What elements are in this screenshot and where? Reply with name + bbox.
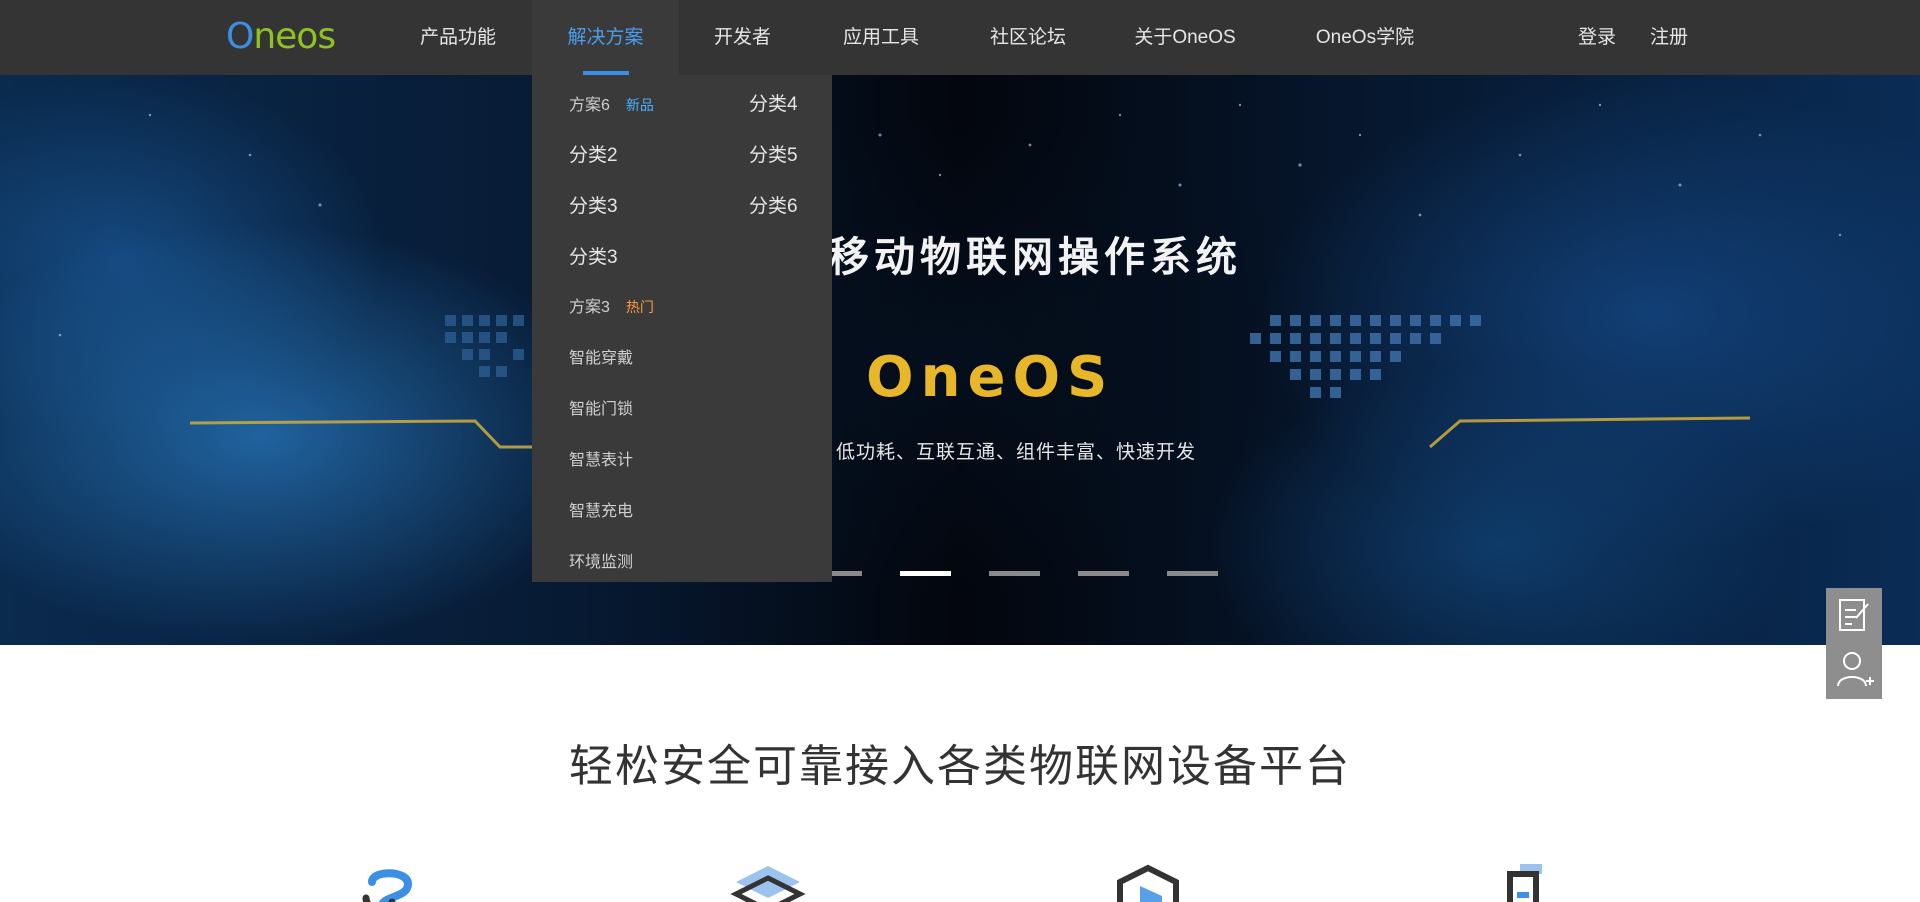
cube-feature-icon [1117,864,1179,902]
nav-item-forum[interactable]: 社区论坛 [970,0,1086,75]
register-link[interactable]: 注册 [1650,0,1688,75]
dropdown-item-category6[interactable]: 分类6 [749,191,798,218]
dropdown-item-wearable[interactable]: 智能穿戴 [569,344,633,368]
hero-banner: 移动物联网操作系统 OneOS 低功耗、互联互通、组件丰富、快速开发 [0,75,1920,645]
hot-badge: 热门 [625,299,654,315]
dropdown-item-category3b[interactable]: 分类3 [569,242,618,269]
oneos-logo[interactable]: Oneos [226,13,336,61]
dropdown-item-category4[interactable]: 分类4 [749,89,798,116]
battery-feature-icon [1507,864,1542,902]
dropdown-item-env-monitoring[interactable]: 环境监测 [569,548,633,572]
link-feature-icon [362,869,413,902]
nav-item-developer[interactable]: 开发者 [695,0,790,75]
add-user-button[interactable] [1826,644,1882,699]
nav-item-solutions[interactable]: 解决方案 [532,0,679,75]
side-toolbar [1826,588,1882,699]
carousel-dot-3[interactable] [900,571,951,576]
nav-item-about[interactable]: 关于OneOS [1122,0,1248,75]
edit-note-icon [1839,599,1869,631]
banner-subtitle: 低功耗、互联互通、组件丰富、快速开发 [836,442,1197,463]
dropdown-item-door-lock[interactable]: 智能门锁 [569,395,633,419]
layers-feature-icon [730,866,806,902]
top-navbar: Oneos 产品功能 解决方案 开发者 应用工具 社区论坛 关于OneOS On… [0,0,1920,75]
banner-title: 移动物联网操作系统 [828,233,1242,281]
nav-item-academy[interactable]: OneOs学院 [1300,0,1430,75]
dropdown-item-solution3[interactable]: 方案3 热门 [569,293,654,317]
dropdown-item-category5[interactable]: 分类5 [749,140,798,167]
carousel-dot-5[interactable] [1078,571,1129,576]
carousel-dot-6[interactable] [1167,571,1218,576]
section-title: 轻松安全可靠接入各类物联网设备平台 [569,742,1351,791]
edit-note-button[interactable] [1826,588,1882,643]
carousel-dot-4[interactable] [989,571,1040,576]
dropdown-item-smart-charging[interactable]: 智慧充电 [569,497,633,521]
add-user-icon [1837,652,1874,687]
page: Oneos 产品功能 解决方案 开发者 应用工具 社区论坛 关于OneOS On… [0,0,1920,902]
banner-brand: OneOS [866,345,1115,410]
dropdown-item-category3[interactable]: 分类3 [569,191,618,218]
active-nav-underline [582,71,629,75]
nav-item-product[interactable]: 产品功能 [400,0,516,75]
nav-item-tools[interactable]: 应用工具 [823,0,939,75]
dropdown-item-category2[interactable]: 分类2 [569,140,618,167]
solutions-dropdown: 方案6 新品 分类2 分类3 分类3 方案3 热门 智能穿戴 智能门锁 智慧表计 智… [532,75,832,582]
new-badge: 新品 [625,97,654,113]
dropdown-item-smart-meter[interactable]: 智慧表计 [569,446,633,470]
login-link[interactable]: 登录 [1578,0,1616,75]
dropdown-item-solution6[interactable]: 方案6 新品 [569,91,654,115]
